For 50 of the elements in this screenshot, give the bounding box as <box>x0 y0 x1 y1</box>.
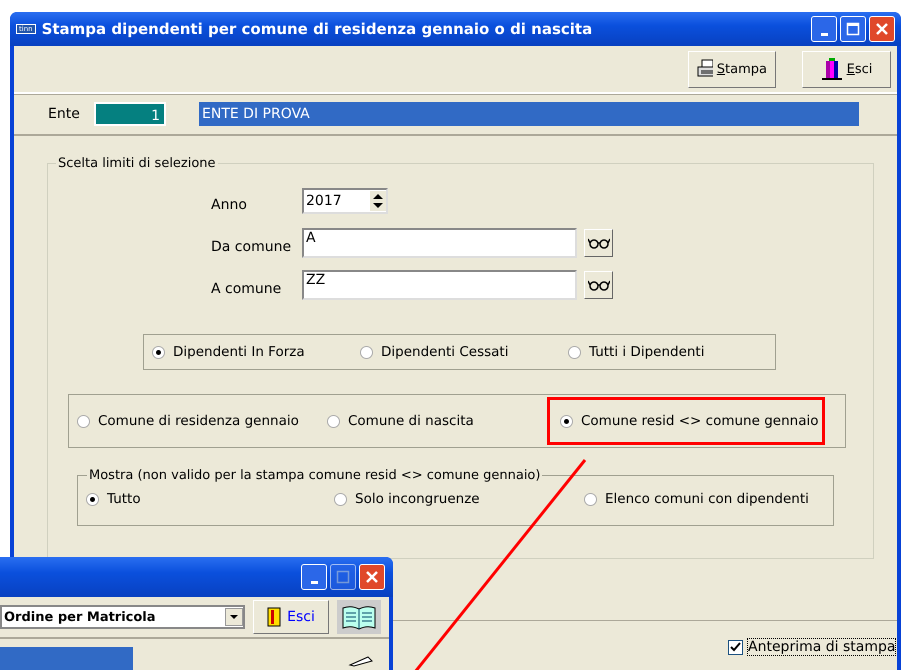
group-title: Scelta limiti di selezione <box>57 156 217 171</box>
field-label: Anno <box>211 196 248 213</box>
check-icon <box>730 642 741 652</box>
book-button[interactable] <box>337 600 381 634</box>
maximize-button[interactable] <box>840 16 866 42</box>
radio-option[interactable]: Comune resid <> comune gennaio <box>550 400 822 442</box>
input-field[interactable]: A <box>302 228 577 258</box>
door-icon <box>267 607 282 627</box>
ente-code-field[interactable]: 1 <box>94 102 166 126</box>
door-exit-icon <box>820 57 843 81</box>
ente-label: Ente <box>48 106 81 122</box>
field-label: Da comune <box>211 238 292 255</box>
radio-option[interactable]: Dipendenti In Forza <box>152 340 360 364</box>
glasses-icon <box>588 279 610 291</box>
year-spinner[interactable]: 2017 <box>302 188 388 214</box>
close-button[interactable] <box>359 564 385 590</box>
ente-name-field: ENTE DI PROVA <box>199 102 859 126</box>
minimize-icon <box>310 580 318 584</box>
pen-icon <box>348 655 374 667</box>
radio-option[interactable]: Elenco comuni con dipendenti <box>584 487 809 511</box>
exit-button[interactable]: Esci <box>802 50 891 88</box>
radio-option[interactable]: Tutti i Dipendenti <box>568 340 704 364</box>
minimize-icon <box>820 32 828 36</box>
minimize-button[interactable] <box>301 564 327 590</box>
exit-button[interactable]: Esci <box>253 600 329 634</box>
radio-option[interactable]: Comune di nascita <box>327 409 547 433</box>
minimize-button[interactable] <box>811 16 837 42</box>
order-dropdown[interactable]: Ordine per Matricola <box>0 605 245 629</box>
lookup-button[interactable] <box>584 271 613 299</box>
open-book-icon <box>341 604 377 630</box>
printer-icon <box>697 59 713 79</box>
glasses-icon <box>588 237 610 249</box>
close-icon <box>365 570 379 584</box>
radio-option[interactable]: Comune di residenza gennaio <box>77 409 327 433</box>
maximize-icon <box>846 22 860 36</box>
preview-checkbox[interactable]: Anteprima di stampa <box>728 639 896 655</box>
field-label: A comune <box>211 280 282 297</box>
group-title: Mostra (non valido per la stampa comune resid <> comune gennaio) <box>88 468 542 483</box>
radio-option[interactable]: Dipendenti Cessati <box>360 340 568 364</box>
radio-option[interactable]: Tutto <box>86 487 334 511</box>
lookup-button[interactable] <box>584 229 613 257</box>
maximize-button[interactable] <box>330 564 356 590</box>
spinner-arrows-icon <box>370 191 386 211</box>
maximize-icon <box>336 570 350 584</box>
print-button[interactable]: Stampa <box>688 50 776 88</box>
close-icon <box>875 22 889 36</box>
window-title: Stampa dipendenti per comune di residenza gennaio o di nascita <box>42 20 594 38</box>
close-button[interactable] <box>869 16 895 42</box>
input-field[interactable]: ZZ <box>302 270 577 300</box>
radio-option[interactable]: Solo incongruenze <box>334 487 584 511</box>
